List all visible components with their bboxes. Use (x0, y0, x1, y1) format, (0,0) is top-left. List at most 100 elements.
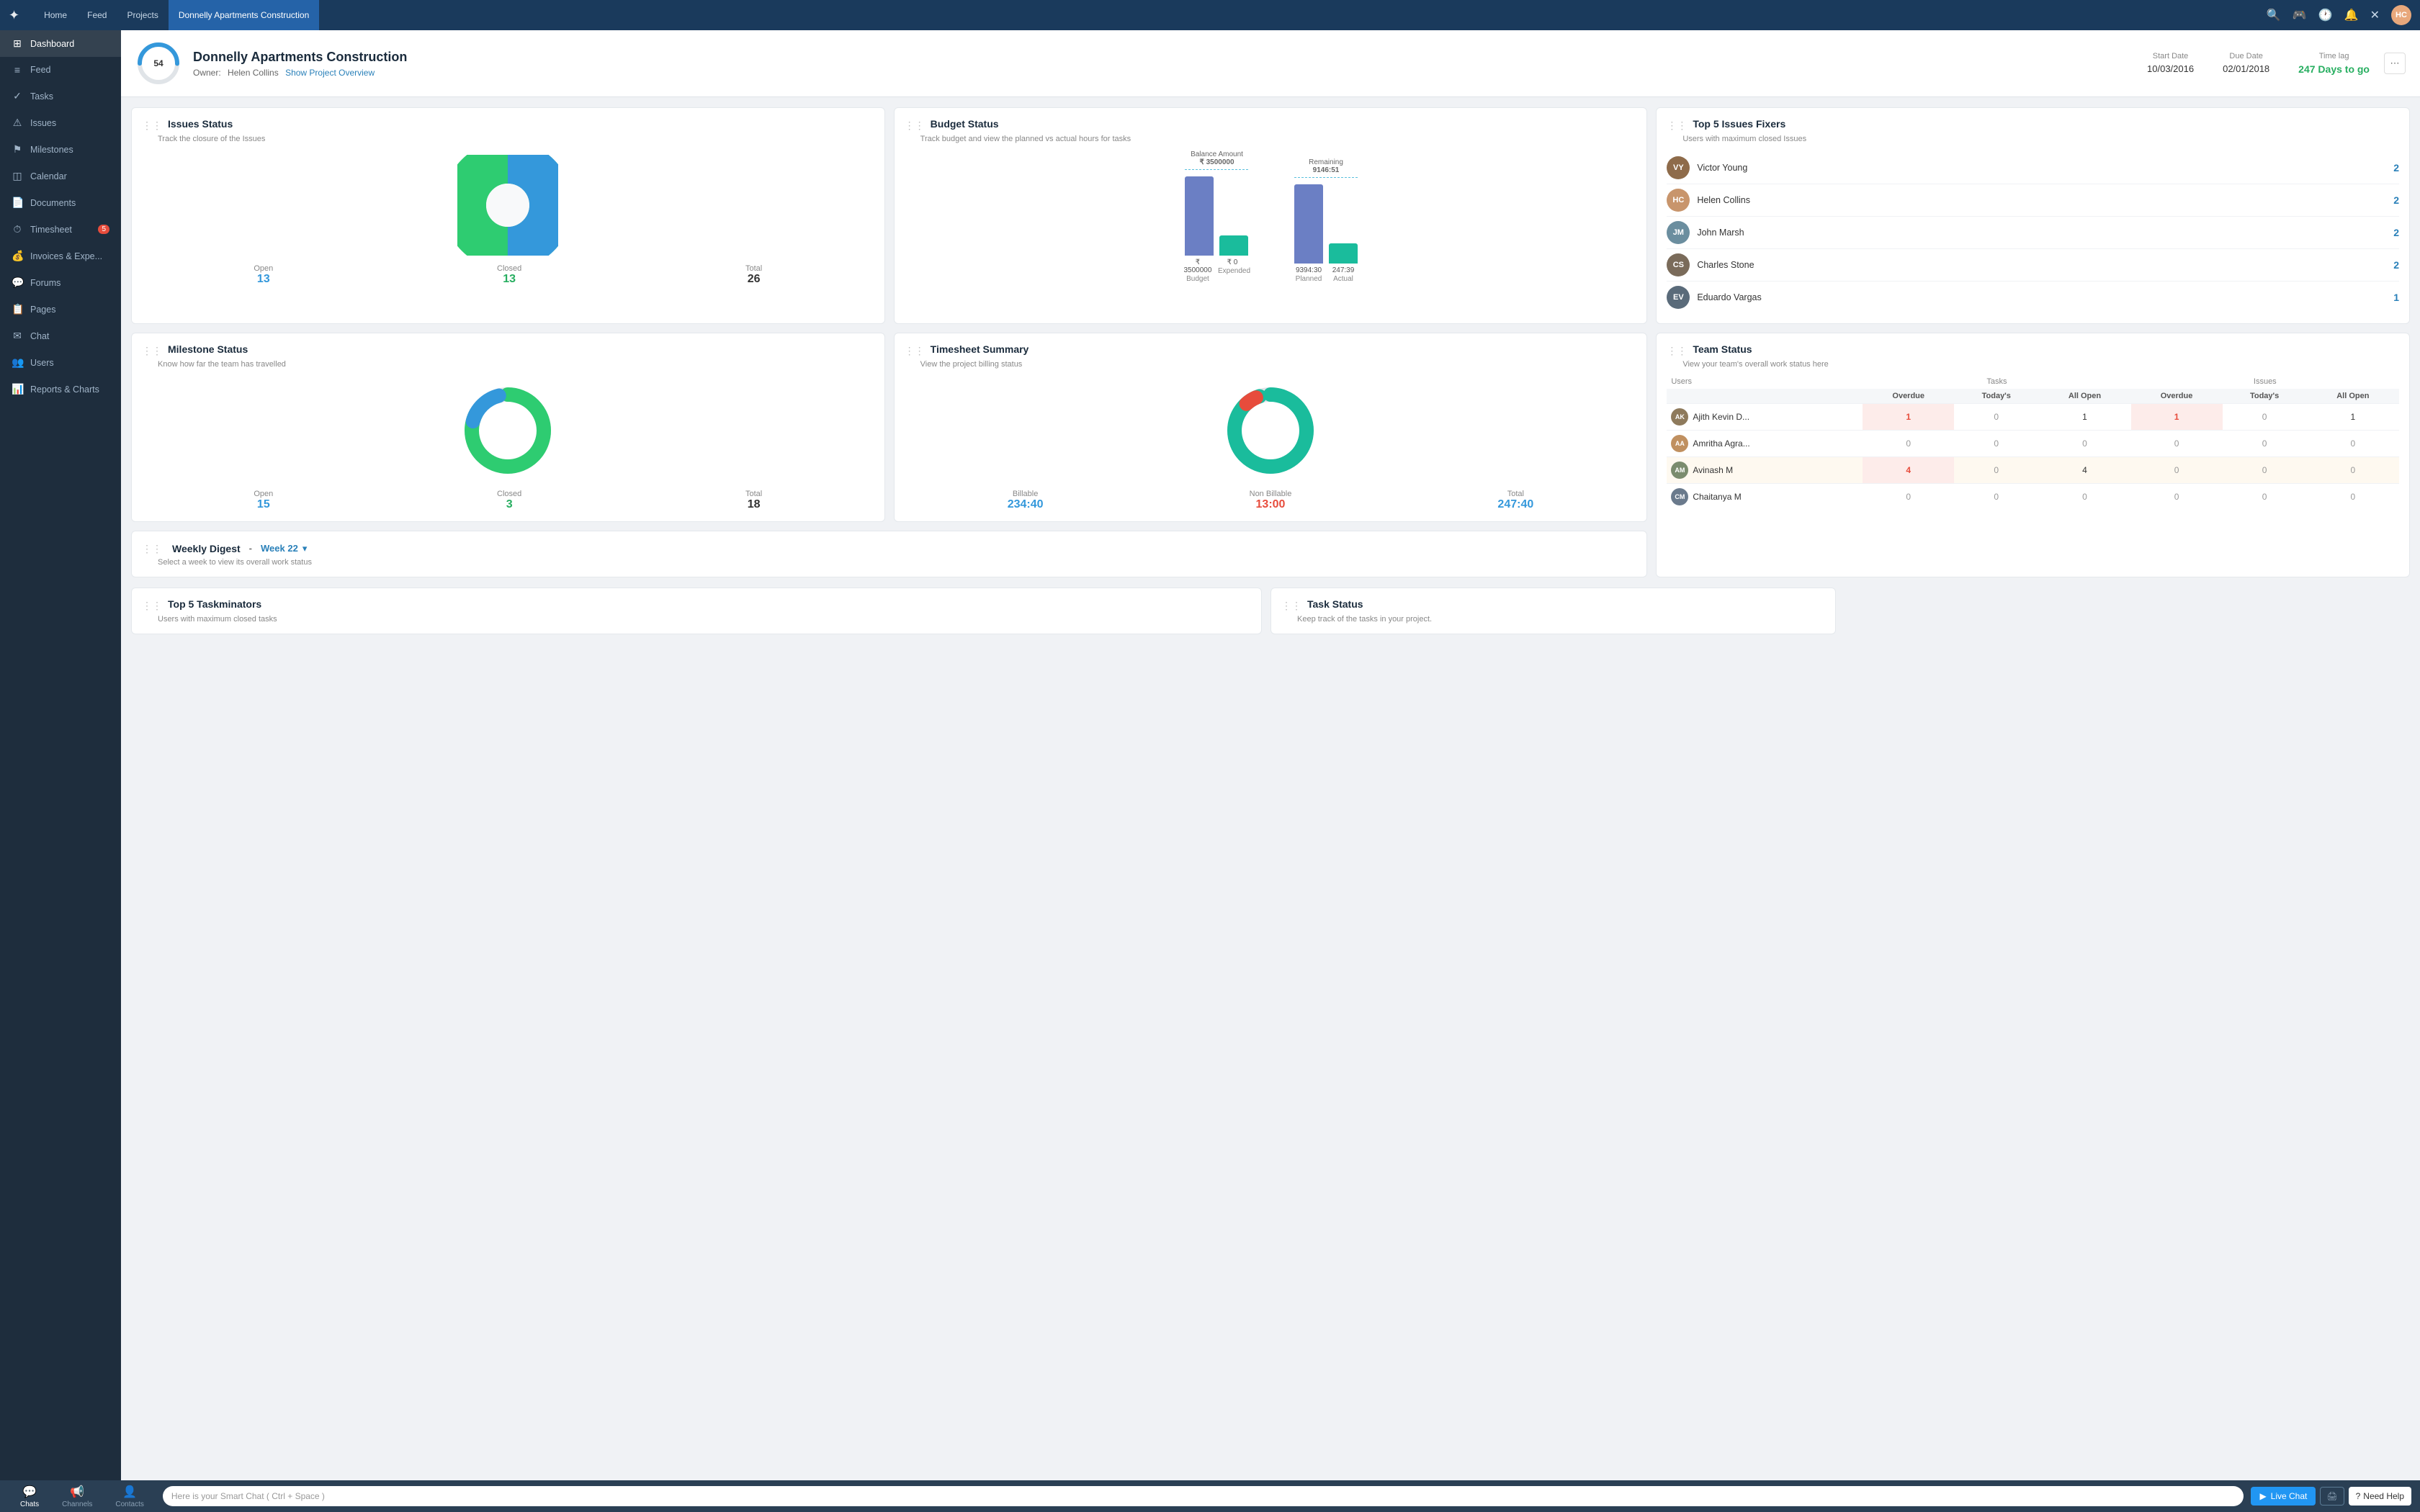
fixer-row-victor: VY Victor Young 2 (1667, 152, 2399, 184)
issue-today-header: Today's (2223, 389, 2307, 404)
task-status-title: Task Status (1307, 598, 1363, 610)
drag-handle-icon: ⋮⋮ (1667, 120, 1687, 132)
avinash-task-open: 4 (2038, 457, 2130, 484)
digest-card-header: ⋮⋮ Weekly Digest - Week 22 ▾ (142, 541, 1636, 555)
drag-handle-icon: ⋮⋮ (142, 345, 162, 357)
dashed-line-right (1294, 177, 1358, 178)
sidebar-item-dashboard[interactable]: ⊞ Dashboard (0, 30, 121, 57)
app-logo: ✦ (9, 8, 19, 23)
drag-handle-icon: ⋮⋮ (142, 543, 162, 555)
need-help-label: Need Help (2363, 1491, 2404, 1501)
chaitanya-issue-open: 0 (2307, 484, 2399, 510)
budget-bar (1185, 176, 1214, 256)
nav-projects[interactable]: Projects (117, 0, 168, 30)
sidebar-item-users[interactable]: 👥 Users (0, 349, 121, 376)
clock-icon[interactable]: 🕐 (2318, 8, 2333, 22)
gamepad-icon[interactable]: 🎮 (2293, 8, 2307, 22)
sidebar-item-milestones[interactable]: ⚑ Milestones (0, 136, 121, 163)
issues-closed-stat: Closed 13 (497, 264, 521, 286)
dashboard-icon: ⊞ (12, 37, 23, 50)
nav-home[interactable]: Home (34, 0, 77, 30)
user-avatar-avinash: AM (1671, 462, 1688, 479)
sidebar-item-timesheet[interactable]: ⏱ Timesheet 5 (0, 216, 121, 243)
need-help-button[interactable]: ? Need Help (2349, 1487, 2411, 1506)
budget-left-chart: Balance Amount ₹ 3500000 ₹ 3500000 Budge… (1183, 150, 1250, 283)
time-lag-label: Time lag (2298, 52, 2370, 60)
project-title-block: Donnelly Apartments Construction Owner: … (193, 50, 407, 78)
fixer-name-eduardo: Eduardo Vargas (1697, 292, 2393, 302)
issues-card-subtitle: Track the closure of the Issues (158, 135, 874, 143)
header-menu-button[interactable]: ⋯ (2384, 53, 2406, 74)
drag-handle-icon: ⋮⋮ (905, 120, 925, 132)
fixer-count-charles: 2 (2393, 259, 2399, 271)
team-row-chaitanya: CM Chaitanya M 0 0 0 0 0 0 (1667, 484, 2399, 510)
milestone-total-stat: Total 18 (745, 490, 762, 511)
nav-feed[interactable]: Feed (77, 0, 117, 30)
show-overview-link[interactable]: Show Project Overview (285, 68, 375, 78)
ajith-task-today: 0 (1954, 404, 2038, 431)
fixer-row-john: JM John Marsh 2 (1667, 217, 2399, 249)
amritha-issue-open: 0 (2307, 431, 2399, 457)
budget-card-header: ⋮⋮ Budget Status (905, 118, 1637, 132)
billable-label: Billable (1008, 490, 1044, 498)
print-button[interactable]: 🖨 (2320, 1487, 2344, 1506)
bottom-tab-channels[interactable]: 📢 Channels (50, 1485, 104, 1508)
team-table: Users Tasks Issues Overdue Today's All O… (1667, 374, 2399, 510)
contacts-icon: 👤 (122, 1485, 137, 1499)
sidebar-item-feed[interactable]: ≡ Feed (0, 57, 121, 83)
week-dropdown[interactable]: ▾ (302, 543, 308, 554)
issues-stats: Open 13 Closed 13 Total 26 (142, 264, 874, 286)
avinash-task-today: 0 (1954, 457, 2038, 484)
sidebar-item-invoices[interactable]: 💰 Invoices & Expe... (0, 243, 121, 269)
documents-icon: 📄 (12, 197, 23, 209)
user-avatar[interactable]: HC (2391, 5, 2411, 25)
total-label: Total (745, 264, 762, 273)
top-fixers-card: ⋮⋮ Top 5 Issues Fixers Users with maximu… (1656, 107, 2410, 324)
ajith-issue-overdue: 1 (2131, 404, 2223, 431)
sidebar-item-pages[interactable]: 📋 Pages (0, 296, 121, 323)
fixer-count-john: 2 (2393, 227, 2399, 238)
live-chat-button[interactable]: ▶ Live Chat (2251, 1487, 2316, 1506)
user-name-avinash: Avinash M (1693, 465, 1733, 475)
user-avatar-amritha: AA (1671, 435, 1688, 452)
close-icon[interactable]: ✕ (2370, 8, 2380, 22)
sidebar-item-chat[interactable]: ✉ Chat (0, 323, 121, 349)
issues-icon: ⚠ (12, 117, 23, 129)
search-icon[interactable]: 🔍 (2267, 8, 2281, 22)
fixer-name-john: John Marsh (1697, 228, 2393, 238)
sidebar-item-issues[interactable]: ⚠ Issues (0, 109, 121, 136)
contacts-tab-label: Contacts (115, 1500, 143, 1508)
milestone-closed-stat: Closed 3 (497, 490, 521, 511)
bottom-tab-contacts[interactable]: 👤 Contacts (104, 1485, 155, 1508)
milestones-icon: ⚑ (12, 143, 23, 156)
sidebar-item-documents[interactable]: 📄 Documents (0, 189, 121, 216)
non-billable-stat: Non Billable 13:00 (1250, 490, 1292, 511)
issues-card-header: ⋮⋮ Issues Status (142, 118, 874, 132)
fixer-avatar-eduardo: EV (1667, 286, 1690, 309)
issue-overdue-header: Overdue (2131, 389, 2223, 404)
sidebar-item-tasks[interactable]: ✓ Tasks (0, 83, 121, 109)
sidebar-label-invoices: Invoices & Expe... (30, 251, 102, 261)
chat-input[interactable]: Here is your Smart Chat ( Ctrl + Space ) (163, 1486, 2244, 1506)
channels-icon: 📢 (70, 1485, 84, 1499)
sidebar-label-milestones: Milestones (30, 145, 73, 155)
sidebar: ⊞ Dashboard ≡ Feed ✓ Tasks ⚠ Issues ⚑ Mi… (0, 30, 121, 1480)
milestone-subtitle: Know how far the team has travelled (158, 360, 874, 369)
milestone-card-header: ⋮⋮ Milestone Status (142, 343, 874, 357)
sidebar-item-reports[interactable]: 📊 Reports & Charts (0, 376, 121, 402)
amritha-task-today: 0 (1954, 431, 2038, 457)
users-col-header: Users (1667, 374, 1863, 389)
pages-icon: 📋 (12, 303, 23, 315)
start-date-value: 10/03/2016 (2147, 63, 2194, 74)
nav-current-project[interactable]: Donnelly Apartments Construction (169, 0, 319, 30)
drag-handle-icon: ⋮⋮ (905, 345, 925, 357)
sidebar-item-calendar[interactable]: ◫ Calendar (0, 163, 121, 189)
ajith-task-overdue: 1 (1863, 404, 1954, 431)
bell-icon[interactable]: 🔔 (2344, 8, 2359, 22)
budget-card-subtitle: Track budget and view the planned vs act… (920, 135, 1637, 143)
bottom-tab-chats[interactable]: 💬 Chats (9, 1485, 50, 1508)
fixer-avatar-victor: VY (1667, 156, 1690, 179)
user-cell: AA Amritha Agra... (1671, 435, 1858, 452)
sidebar-item-forums[interactable]: 💬 Forums (0, 269, 121, 296)
m-total-label: Total (745, 490, 762, 498)
